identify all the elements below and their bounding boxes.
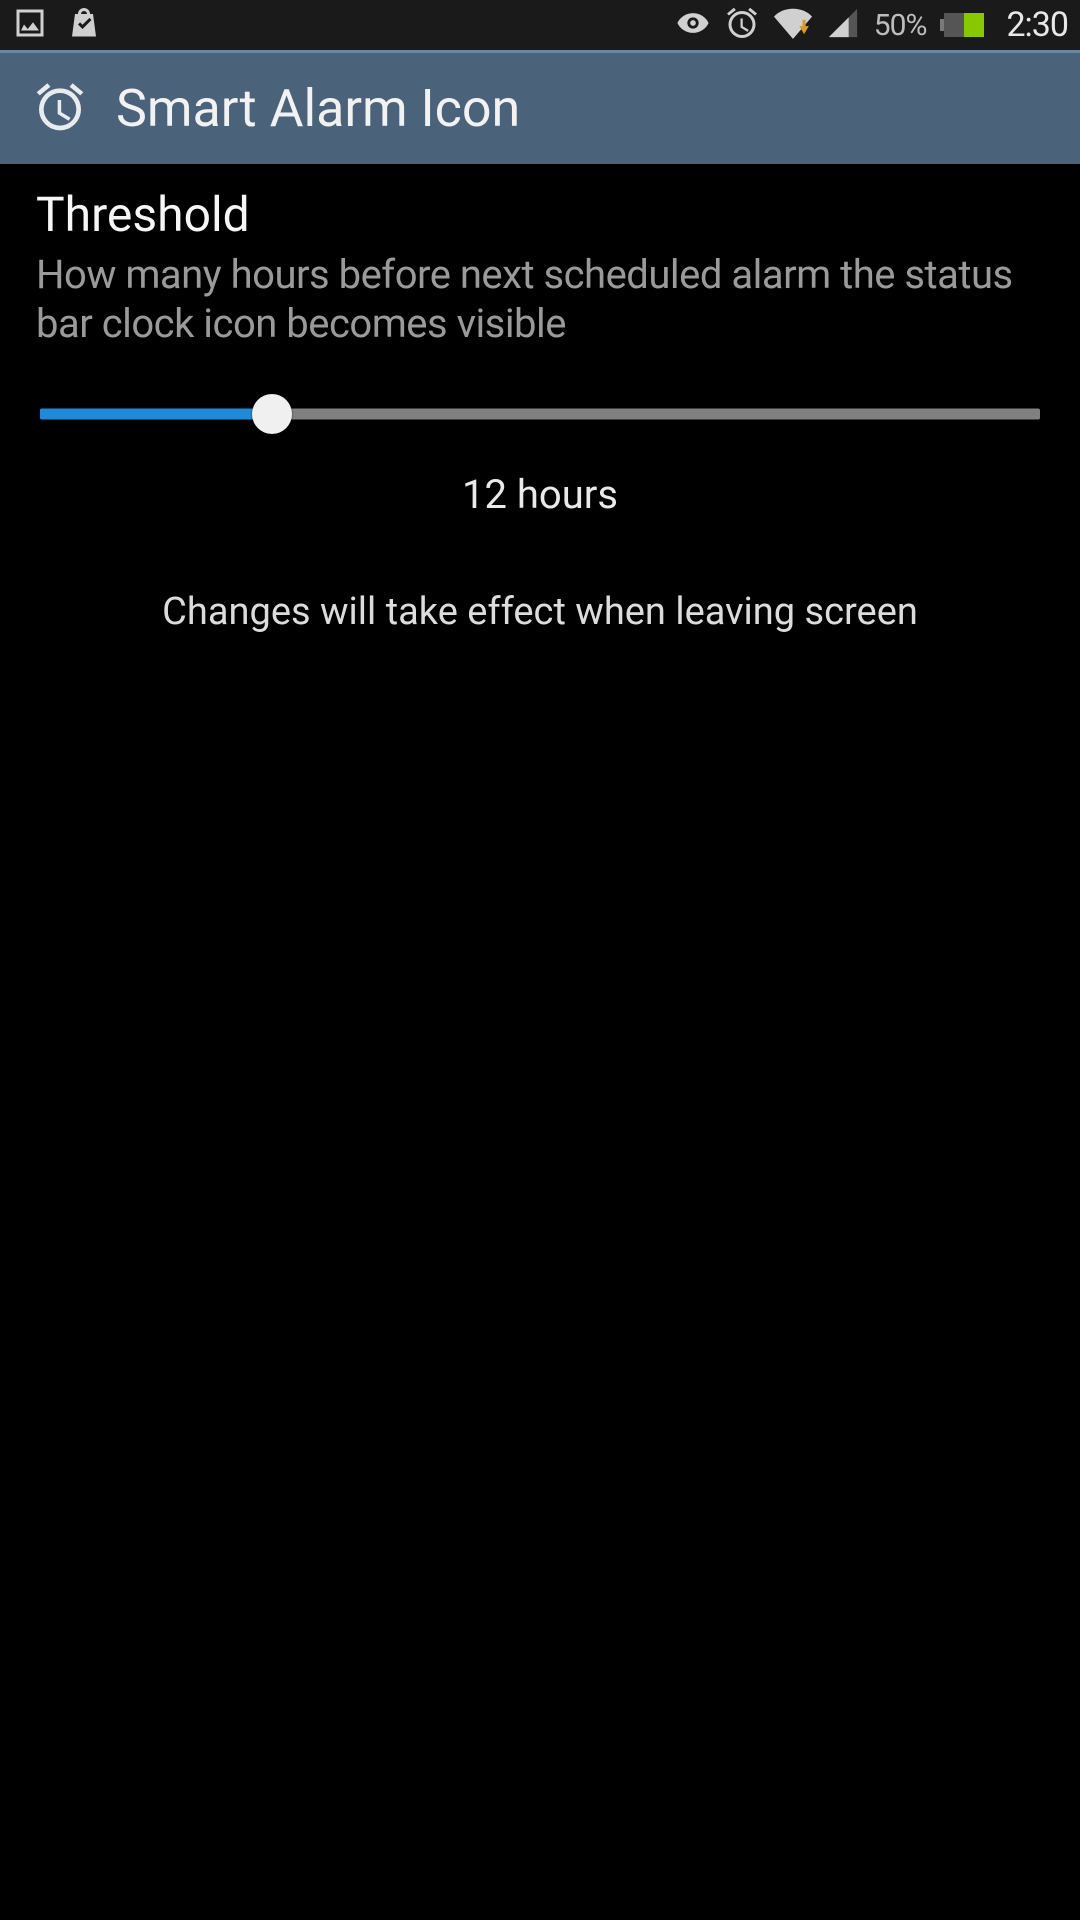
threshold-title: Threshold (36, 186, 1044, 243)
picture-icon (12, 5, 48, 45)
alarm-icon (724, 5, 760, 45)
threshold-value: 12 hours (36, 471, 1044, 518)
status-notifications (12, 5, 102, 45)
status-system: 50% 2:30 (676, 4, 1068, 46)
page-title: Smart Alarm Icon (116, 78, 520, 139)
threshold-slider[interactable] (36, 389, 1044, 439)
threshold-description: How many hours before next scheduled ala… (36, 251, 1044, 349)
eye-icon (676, 6, 710, 44)
shopping-bag-check-icon (66, 5, 102, 45)
action-bar: Smart Alarm Icon (0, 50, 1080, 164)
signal-icon (826, 6, 860, 44)
content: Threshold How many hours before next sch… (0, 164, 1080, 634)
wifi-icon (774, 4, 812, 46)
alarm-clock-icon (32, 79, 88, 139)
battery-percent: 50% (874, 8, 927, 43)
status-bar: 50% 2:30 (0, 0, 1080, 50)
slider-fill (40, 408, 272, 419)
battery-icon (940, 13, 984, 37)
status-clock: 2:30 (1006, 5, 1068, 45)
slider-thumb[interactable] (252, 394, 292, 434)
threshold-hint: Changes will take effect when leaving sc… (36, 590, 1044, 634)
